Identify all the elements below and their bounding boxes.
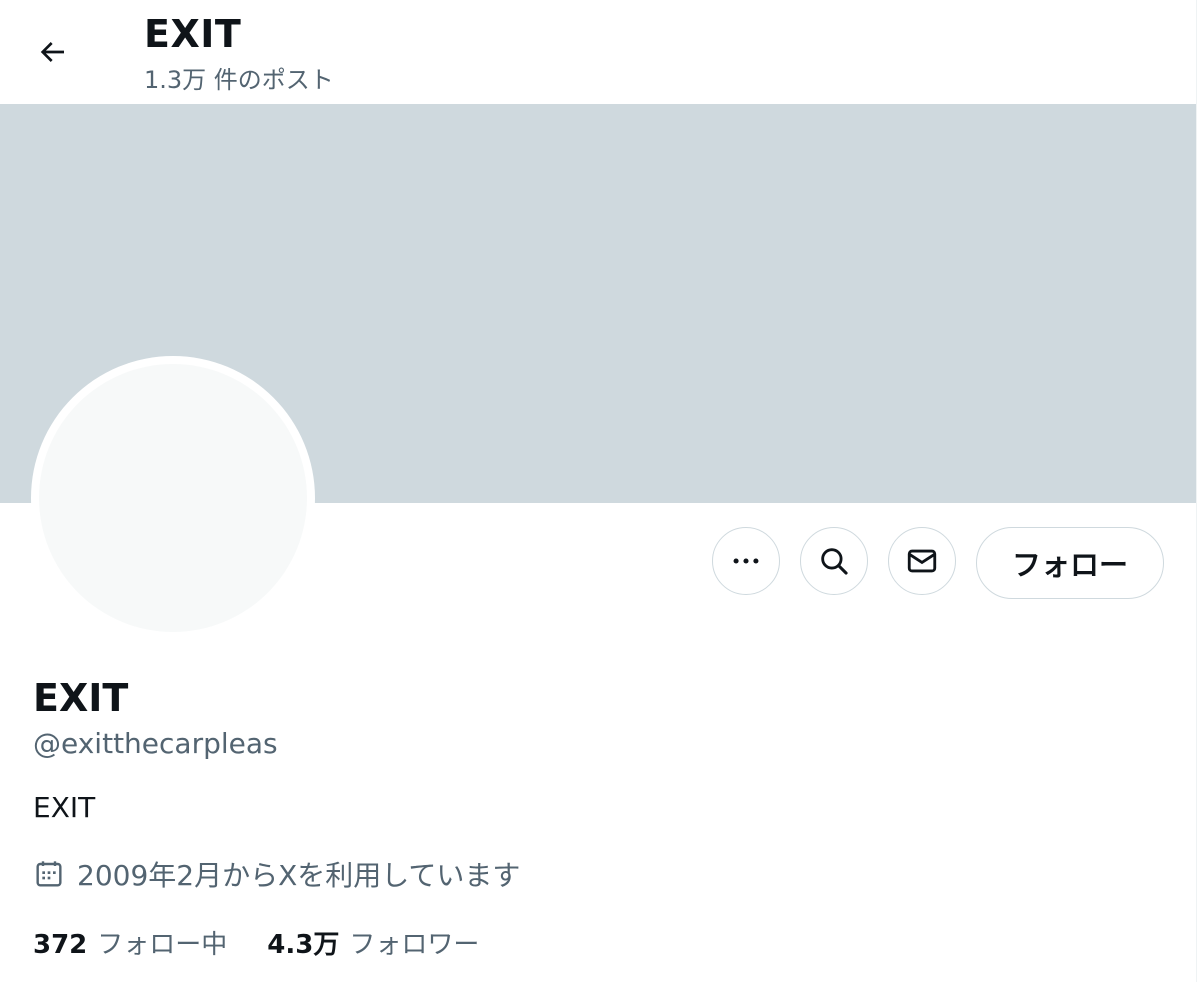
following-link[interactable]: 372 フォロー中 xyxy=(33,924,227,961)
followers-link[interactable]: 4.3万 フォロワー xyxy=(267,924,479,961)
follow-button[interactable]: フォロー xyxy=(976,527,1164,599)
more-horizontal-icon xyxy=(733,558,759,564)
envelope-icon xyxy=(907,549,937,573)
profile-page: EXIT 1.3万 件のポスト フォロー EXIT @exitthecarple… xyxy=(0,0,1197,982)
back-button[interactable] xyxy=(24,24,80,80)
search-profile-button[interactable] xyxy=(800,527,868,595)
following-label: フォロー中 xyxy=(97,929,228,960)
message-button[interactable] xyxy=(888,527,956,595)
joined-date: 2009年2月からXを利用しています xyxy=(33,856,520,892)
display-name: EXIT xyxy=(33,676,129,720)
calendar-icon xyxy=(36,861,62,887)
search-icon xyxy=(821,548,848,575)
profile-header: EXIT 1.3万 件のポスト xyxy=(0,0,1196,104)
post-count: 1.3万 件のポスト xyxy=(144,66,334,94)
followers-count: 4.3万 xyxy=(267,929,340,960)
avatar[interactable] xyxy=(39,364,307,632)
arrow-left-icon xyxy=(40,42,64,62)
handle: @exitthecarpleas xyxy=(33,727,278,760)
following-count: 372 xyxy=(33,929,88,960)
more-button[interactable] xyxy=(712,527,780,595)
bio: EXIT xyxy=(33,791,96,824)
joined-text: 2009年2月からXを利用しています xyxy=(77,859,521,892)
followers-label: フォロワー xyxy=(349,929,480,960)
header-title: EXIT xyxy=(144,12,242,56)
follow-stats: 372 フォロー中 4.3万 フォロワー xyxy=(33,922,479,962)
